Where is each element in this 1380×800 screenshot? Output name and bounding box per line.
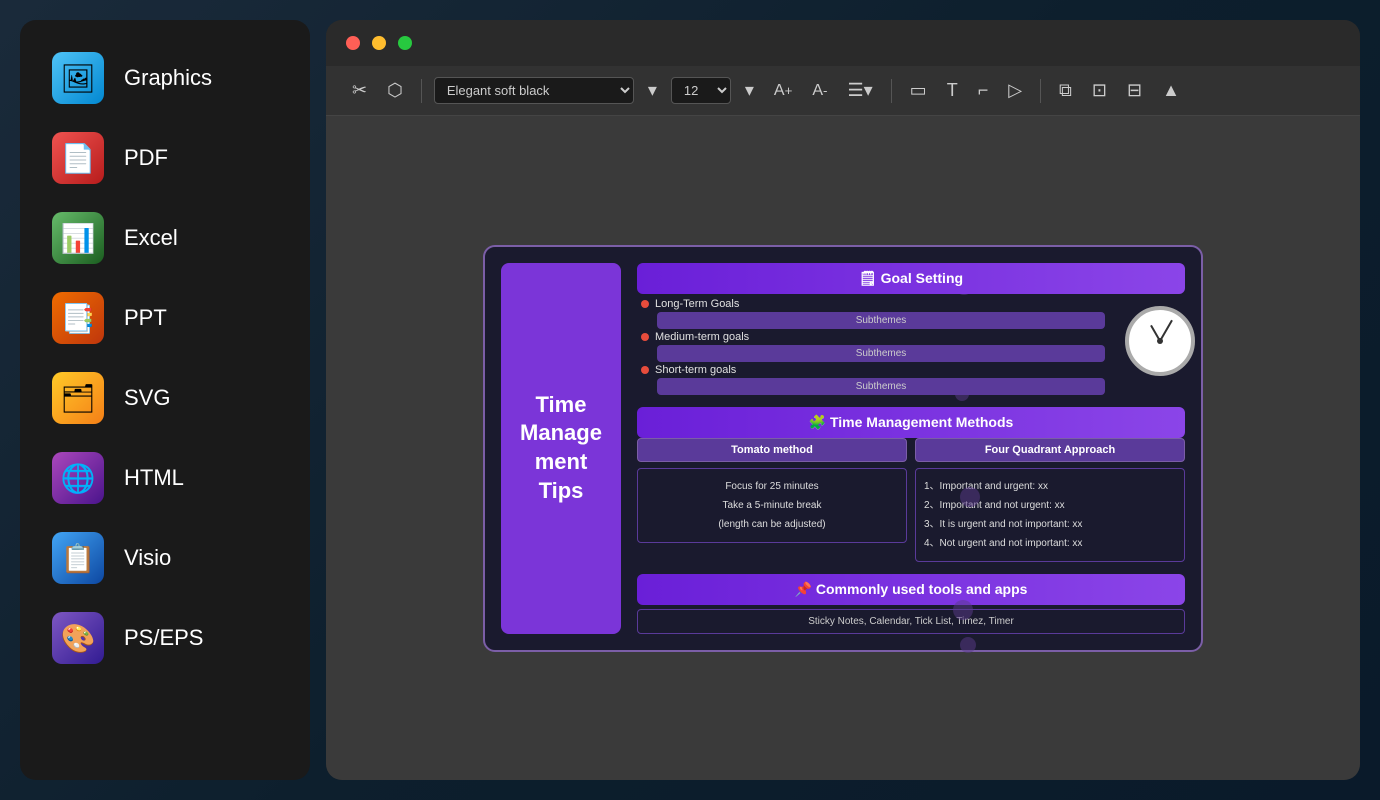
sidebar-item-pseps[interactable]: 🎨 PS/EPS [28, 600, 302, 676]
goal-item-medterm: Medium-term goals [637, 329, 1105, 345]
method-content-tomato: Focus for 25 minutes Take a 5-minute bre… [637, 468, 907, 543]
tools-content: Sticky Notes, Calendar, Tick List, Timez… [637, 609, 1185, 634]
font-select[interactable]: Elegant soft black [434, 77, 634, 104]
ppt-label: PPT [124, 305, 167, 331]
method-content-quadrant: 1、Important and urgent: xx 2、Important a… [915, 468, 1185, 562]
subtheme-bar-1: Subthemes [657, 312, 1105, 329]
mindmap-right-col: 🗒 Goal Setting Long-Term Goals Subthemes… [637, 263, 1185, 634]
decorative-dot [960, 637, 976, 653]
shape-button[interactable]: ⬡ [381, 76, 409, 105]
window-minimize-btn[interactable] [372, 36, 386, 50]
toolbar-divider-3 [1040, 79, 1041, 103]
window-maximize-btn[interactable] [398, 36, 412, 50]
crop-btn[interactable]: ⊡ [1086, 76, 1113, 105]
align2-btn[interactable]: ⊟ [1121, 76, 1148, 105]
ppt-icon: 📑 [52, 292, 104, 344]
visio-icon: 📋 [52, 532, 104, 584]
tools-section: 📌 Commonly used tools and apps Sticky No… [637, 574, 1185, 634]
clock-center [1157, 338, 1163, 344]
sidebar-item-svg[interactable]: 🗂 SVG [28, 360, 302, 436]
window-close-btn[interactable] [346, 36, 360, 50]
size-dropdown-btn[interactable]: ▾ [739, 76, 760, 105]
sidebar-item-visio[interactable]: 📋 Visio [28, 520, 302, 596]
html-label: HTML [124, 465, 184, 491]
main-window: ✂ ⬡ Elegant soft black ▾ 12 ▾ A+ A- ☰▾ ▭… [326, 20, 1360, 780]
graphics-label: Graphics [124, 65, 212, 91]
sidebar: 🖼 Graphics 📄 PDF 📊 Excel 📑 PPT 🗂 SVG 🌐 HTML 📋 Visio 🎨 P… [20, 20, 310, 780]
rect-btn[interactable]: ▭ [904, 76, 933, 105]
method-header-tomato: Tomato method [637, 438, 907, 462]
mindmap-title: Time Manage ment Tips [511, 391, 611, 505]
layers-btn[interactable]: ⧉ [1053, 76, 1078, 105]
toolbar-divider-2 [891, 79, 892, 103]
titlebar [326, 20, 1360, 66]
arrow-btn[interactable]: ▷ [1002, 76, 1028, 105]
methods-header: 🧩 Time Management Methods [637, 407, 1185, 438]
size-select[interactable]: 12 [671, 77, 731, 104]
svg-icon: 🗂 [52, 372, 104, 424]
toolbar: ✂ ⬡ Elegant soft black ▾ 12 ▾ A+ A- ☰▾ ▭… [326, 66, 1360, 116]
decorative-dot [960, 487, 980, 507]
cut-button[interactable]: ✂ [346, 76, 373, 105]
canvas-area[interactable]: Time Manage ment Tips 🗒 Goal Setting Lon… [326, 116, 1360, 780]
html-icon: 🌐 [52, 452, 104, 504]
sidebar-item-ppt[interactable]: 📑 PPT [28, 280, 302, 356]
goal-setting-header: 🗒 Goal Setting [637, 263, 1185, 294]
subtheme-bar-2: Subthemes [657, 345, 1105, 362]
font-decrease-btn[interactable]: A- [806, 78, 833, 104]
font-increase-btn[interactable]: A+ [768, 78, 798, 104]
clock [1125, 306, 1195, 376]
flag-btn[interactable]: ▲ [1156, 76, 1186, 105]
visio-label: Visio [124, 545, 171, 571]
subtheme-bar-3: Subthemes [657, 378, 1105, 395]
methods-section: 🧩 Time Management Methods Tomato method … [637, 407, 1185, 562]
sidebar-item-html[interactable]: 🌐 HTML [28, 440, 302, 516]
pseps-label: PS/EPS [124, 625, 203, 651]
pdf-label: PDF [124, 145, 168, 171]
decorative-dot [953, 600, 973, 620]
goal-setting-section: 🗒 Goal Setting Long-Term Goals Subthemes… [637, 263, 1185, 395]
mindmap-card: Time Manage ment Tips 🗒 Goal Setting Lon… [483, 245, 1203, 652]
mindmap-inner: Time Manage ment Tips 🗒 Goal Setting Lon… [501, 263, 1185, 634]
method-col-quadrant: Four Quadrant Approach 1、Important and u… [915, 438, 1185, 562]
method-col-tomato: Tomato method Focus for 25 minutes Take … [637, 438, 907, 562]
tools-header: 📌 Commonly used tools and apps [637, 574, 1185, 605]
clock-face [1125, 306, 1195, 376]
excel-icon: 📊 [52, 212, 104, 264]
text-btn[interactable]: T [941, 76, 964, 105]
align-btn[interactable]: ☰▾ [842, 76, 879, 105]
goal-dot [641, 300, 649, 308]
graphics-icon: 🖼 [52, 52, 104, 104]
pdf-icon: 📄 [52, 132, 104, 184]
sidebar-item-graphics[interactable]: 🖼 Graphics [28, 40, 302, 116]
toolbar-divider-1 [421, 79, 422, 103]
sidebar-item-pdf[interactable]: 📄 PDF [28, 120, 302, 196]
svg-label: SVG [124, 385, 170, 411]
excel-label: Excel [124, 225, 178, 251]
goal-item-shortterm: Short-term goals [637, 362, 1105, 378]
sidebar-item-excel[interactable]: 📊 Excel [28, 200, 302, 276]
mindmap-title-col: Time Manage ment Tips [501, 263, 621, 634]
goal-dot [641, 366, 649, 374]
goal-item-longterm: Long-Term Goals [637, 296, 1105, 312]
connector-btn[interactable]: ⌐ [972, 76, 995, 105]
goal-dot [641, 333, 649, 341]
font-dropdown-btn[interactable]: ▾ [642, 76, 663, 105]
pseps-icon: 🎨 [52, 612, 104, 664]
method-header-quadrant: Four Quadrant Approach [915, 438, 1185, 462]
methods-grid: Tomato method Focus for 25 minutes Take … [637, 438, 1185, 562]
